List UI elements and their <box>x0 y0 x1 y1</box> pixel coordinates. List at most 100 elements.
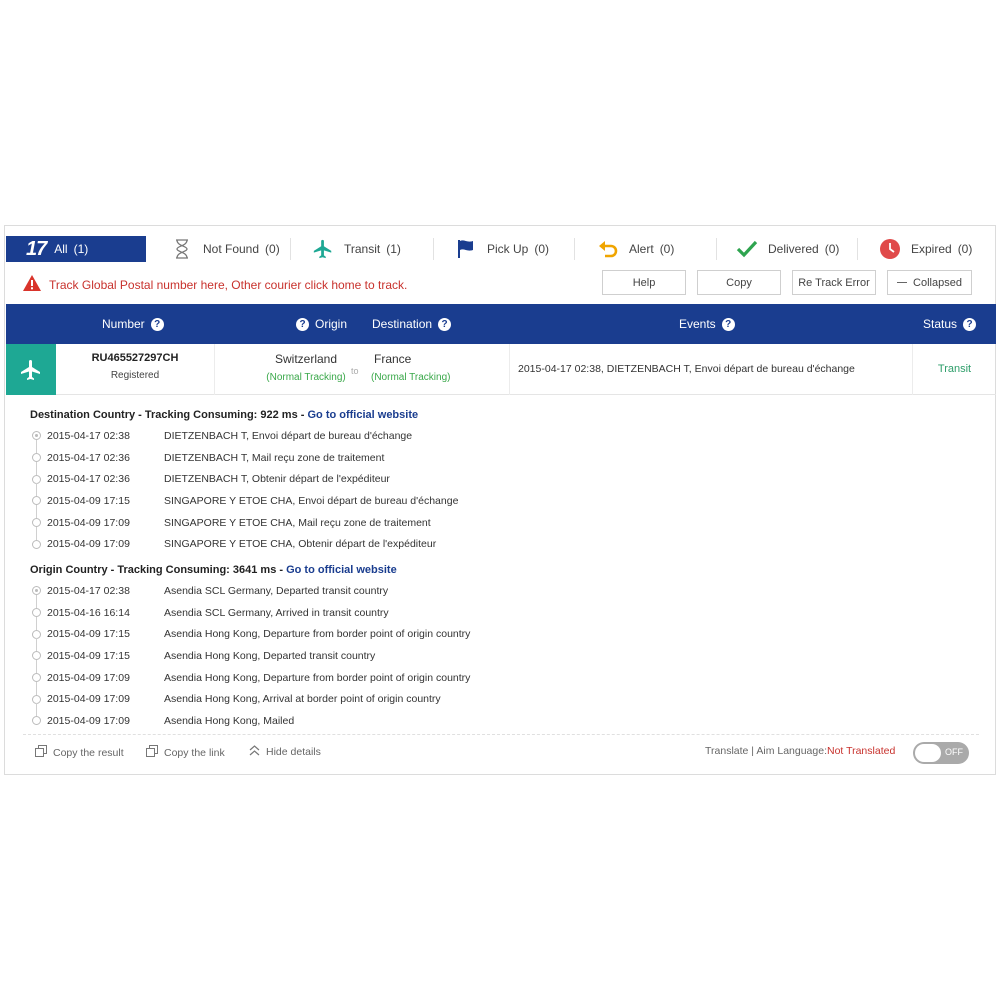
timeline-dot-icon <box>32 608 41 618</box>
double-chevron-up-icon <box>249 745 260 759</box>
filter-all-count: (1) <box>73 242 89 256</box>
destination-official-website-link[interactable]: Go to official website <box>307 409 418 421</box>
filter-tab-pick-up[interactable]: Pick Up (0) <box>455 236 549 262</box>
divider <box>574 238 575 260</box>
help-question-icon[interactable]: ? <box>296 317 309 331</box>
details-footer: Copy the result Copy the link Hide detai… <box>23 734 979 770</box>
timeline-dot-icon <box>32 629 41 639</box>
results-table-header: Number ? ? Origin Destination ? Events ?… <box>6 304 996 344</box>
event-time: 2015-04-17 02:38 <box>47 584 130 597</box>
event-description: SINGAPORE Y ETOE CHA, Mail reçu zone de … <box>164 516 431 529</box>
filter-tab-all[interactable]: 17 All (1) <box>6 236 146 262</box>
help-question-icon[interactable]: ? <box>963 317 977 331</box>
toggle-knob <box>915 744 941 762</box>
logo-17: 17 <box>26 237 47 260</box>
event-description: Asendia Hong Kong, Departed transit coun… <box>164 649 376 662</box>
translate-info: Translate | Aim Language: Not Translated <box>705 745 895 757</box>
origin-section-text: Origin Country - Tracking Consuming: 364… <box>30 564 287 576</box>
origin-tracking-type: (Normal Tracking) <box>266 372 346 383</box>
undo-arrow-icon <box>597 238 619 260</box>
destination-tracking-type: (Normal Tracking) <box>371 372 451 383</box>
status-badge: Transit <box>937 363 972 375</box>
origin-section-title: Origin Country - Tracking Consuming: 364… <box>30 564 397 576</box>
column-number-label: Number <box>102 317 145 331</box>
divider <box>433 238 434 260</box>
event-time: 2015-04-09 17:09 <box>47 538 130 551</box>
copy-result-action[interactable]: Copy the result <box>35 745 124 760</box>
shipment-summary-row[interactable]: RU465527297CH Registered Switzerland (No… <box>6 344 996 395</box>
track-notice-text: Track Global Postal number here, Other c… <box>49 277 408 292</box>
tracking-number[interactable]: RU465527297CH <box>56 352 214 364</box>
re-track-error-button[interactable]: Re Track Error <box>792 270 876 295</box>
translate-prefix: Translate | Aim Language: <box>705 745 827 757</box>
tracking-number-cell: RU465527297CH Registered <box>56 352 214 381</box>
tracking-panel: 17 All (1) Not Found (0) Transit (1) Pic… <box>4 225 996 775</box>
warning-icon <box>23 275 41 294</box>
filter-expired-count: (0) <box>957 242 973 256</box>
transit-airplane-icon <box>6 344 56 395</box>
action-row: Track Global Postal number here, Other c… <box>5 270 997 298</box>
divider <box>214 344 215 395</box>
column-destination: Destination ? <box>372 304 452 344</box>
divider <box>290 238 291 260</box>
collapsed-button[interactable]: Collapsed <box>887 270 972 295</box>
event-description: SINGAPORE Y ETOE CHA, Envoi départ de bu… <box>164 494 459 507</box>
track-notice[interactable]: Track Global Postal number here, Other c… <box>23 275 407 294</box>
destination-section-text: Destination Country - Tracking Consuming… <box>30 409 308 421</box>
timeline-event: 2015-04-17 02:38 DIETZENBACH T, Envoi dép… <box>31 425 731 453</box>
timeline-event: 2015-04-09 17:15 SINGAPORE Y ETOE CHA, En… <box>31 490 731 519</box>
translate-language[interactable]: Not Translated <box>827 745 895 757</box>
filter-tab-not-found[interactable]: Not Found (0) <box>171 236 280 262</box>
filter-alert-count: (0) <box>659 242 675 256</box>
filter-expired-label: Expired <box>911 242 952 256</box>
timeline-dot-icon <box>32 496 41 506</box>
translate-toggle[interactable]: OFF <box>913 742 969 764</box>
column-number: Number ? <box>102 304 164 344</box>
event-time: 2015-04-17 02:36 <box>47 451 130 464</box>
divider <box>716 238 717 260</box>
hourglass-icon <box>171 238 193 260</box>
origin-official-website-link[interactable]: Go to official website <box>286 564 397 576</box>
event-time: 2015-04-09 17:15 <box>47 649 130 662</box>
event-time: 2015-04-17 02:36 <box>47 473 130 486</box>
filter-tab-alert[interactable]: Alert (0) <box>597 236 674 262</box>
filter-transit-label: Transit <box>344 242 381 256</box>
filter-tab-delivered[interactable]: Delivered (0) <box>736 236 839 262</box>
divider <box>857 238 858 260</box>
event-description: Asendia SCL Germany, Arrived in transit … <box>164 606 389 619</box>
event-description: Asendia Hong Kong, Mailed <box>164 714 295 727</box>
copy-link-action[interactable]: Copy the link <box>146 745 225 760</box>
hide-details-action[interactable]: Hide details <box>249 745 321 759</box>
copy-result-label: Copy the result <box>53 746 124 759</box>
flag-icon <box>455 238 477 260</box>
toggle-label: OFF <box>945 747 963 757</box>
event-time: 2015-04-16 16:14 <box>47 606 130 619</box>
event-time: 2015-04-09 17:09 <box>47 671 130 684</box>
help-question-icon[interactable]: ? <box>150 317 164 331</box>
timeline-dot-icon <box>32 431 41 441</box>
filter-delivered-count: (0) <box>824 242 840 256</box>
destination-section-title: Destination Country - Tracking Consuming… <box>30 409 418 421</box>
airplane-icon <box>312 238 334 260</box>
origin-cell: Switzerland (Normal Tracking) <box>256 352 356 383</box>
column-status: Status ? <box>923 304 977 344</box>
hide-details-label: Hide details <box>266 746 321 758</box>
timeline-event: 2015-04-09 17:09 Asendia Hong Kong, Maile… <box>31 710 731 732</box>
filter-tab-transit[interactable]: Transit (1) <box>312 236 401 262</box>
timeline-dot-icon <box>32 453 41 463</box>
filter-tab-expired[interactable]: Expired (0) <box>879 236 972 262</box>
help-question-icon[interactable]: ? <box>721 317 735 331</box>
copy-button[interactable]: Copy <box>697 270 781 295</box>
help-button[interactable]: Help <box>602 270 686 295</box>
filter-not-found-label: Not Found <box>203 242 260 256</box>
timeline-dot-icon <box>32 518 41 528</box>
timeline-event: 2015-04-09 17:15 Asendia Hong Kong, Depar… <box>31 645 731 674</box>
filter-alert-label: Alert <box>629 242 654 256</box>
event-time: 2015-04-09 17:09 <box>47 714 130 727</box>
collapsed-label: Collapsed <box>913 276 962 289</box>
event-time: 2015-04-09 17:09 <box>47 693 130 706</box>
timeline-event: 2015-04-09 17:09 SINGAPORE Y ETOE CHA, Ma… <box>31 512 731 540</box>
column-origin-label: Origin <box>315 317 348 331</box>
help-question-icon[interactable]: ? <box>438 317 452 331</box>
event-time: 2015-04-17 02:38 <box>47 429 130 442</box>
